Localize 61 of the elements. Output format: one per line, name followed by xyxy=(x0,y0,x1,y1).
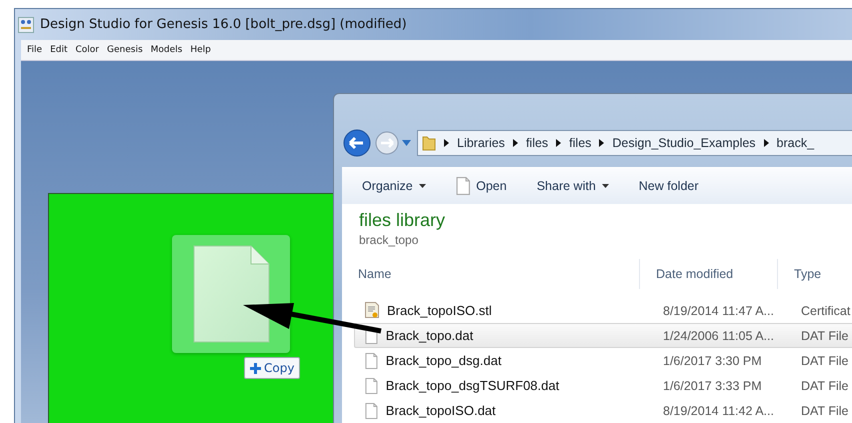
back-button-icon[interactable] xyxy=(342,128,372,158)
file-icon xyxy=(365,402,378,418)
file-row[interactable]: Brack_topoISO.dat 8/19/2014 11:42 A... DAT File xyxy=(354,398,852,423)
file-icon xyxy=(365,378,378,394)
file-name: Brack_topo_dsg.dat xyxy=(386,353,502,368)
file-icon xyxy=(365,352,378,368)
file-name: Brack_topoISO.stl xyxy=(387,303,492,318)
caret-icon xyxy=(602,184,609,188)
file-date: 1/6/2017 3:33 PM xyxy=(662,378,763,392)
column-header[interactable]: Type xyxy=(778,259,852,289)
breadcrumb-item[interactable]: files xyxy=(569,136,592,150)
file-date: 8/19/2014 11:42 A... xyxy=(662,404,775,418)
file-date: 8/19/2014 11:47 A... xyxy=(662,304,775,318)
chevron-icon xyxy=(556,139,562,147)
breadcrumb-item[interactable]: Libraries xyxy=(457,136,505,150)
toolbar-button[interactable]: Share with xyxy=(536,179,609,193)
caret-icon xyxy=(418,184,426,188)
app-logo-icon xyxy=(18,16,34,32)
menu-item[interactable]: Models xyxy=(146,45,186,55)
file-name: Brack_topoISO.dat xyxy=(386,403,496,418)
toolbar-button[interactable]: New folder xyxy=(638,179,699,193)
breadcrumb-item[interactable]: Design_Studio_Examples xyxy=(612,136,756,150)
plus-icon xyxy=(250,362,261,374)
file-icon xyxy=(456,177,470,195)
certificate-icon xyxy=(365,302,379,319)
folder-icon xyxy=(422,135,436,151)
file-icon xyxy=(192,245,270,343)
menu-item[interactable]: Edit xyxy=(46,45,72,55)
file-date: 1/24/2006 11:05 A... xyxy=(662,328,775,342)
file-type: DAT File xyxy=(800,404,850,418)
column-header[interactable]: Name xyxy=(342,259,640,289)
breadcrumb-item[interactable]: brack_ xyxy=(776,136,814,150)
file-date: 1/6/2017 3:30 PM xyxy=(662,354,763,368)
file-row[interactable]: Brack_topo.dat 1/24/2006 11:05 A... DAT File xyxy=(354,323,852,348)
menu-item[interactable]: Genesis xyxy=(103,45,147,55)
file-name: Brack_topo.dat xyxy=(386,328,474,343)
library-subtitle: brack_topo xyxy=(358,233,420,247)
breadcrumb-item[interactable]: files xyxy=(526,136,548,150)
chevron-icon xyxy=(599,139,604,147)
file-type: Certificat xyxy=(800,304,852,318)
column-header[interactable]: Date modified xyxy=(640,259,778,289)
menu-item[interactable]: Help xyxy=(186,45,215,55)
chevron-icon xyxy=(444,139,449,147)
window-title: Design Studio for Genesis 16.0 [bolt_pre.dsg] (modified) xyxy=(40,17,407,32)
file-type: DAT File xyxy=(800,354,850,368)
file-row[interactable]: Brack_topo_dsg.dat 1/6/2017 3:30 PM DAT File xyxy=(354,348,852,373)
file-row[interactable]: Brack_topoISO.stl 8/19/2014 11:47 A... Certificat xyxy=(354,298,852,323)
file-name: Brack_topo_dsgTSURF08.dat xyxy=(386,378,560,393)
toolbar-button[interactable]: Open xyxy=(456,177,507,195)
menu-item[interactable]: Color xyxy=(72,45,103,55)
menu-item[interactable]: File xyxy=(23,45,46,55)
address-bar[interactable]: Libraries files files Design_Studio_Examples brack_ xyxy=(417,130,852,156)
copy-label: Copy xyxy=(264,361,294,375)
dropdown-caret-icon[interactable] xyxy=(402,140,411,146)
library-title: files library xyxy=(358,210,446,231)
file-row[interactable]: Brack_topo_dsgTSURF08.dat 1/6/2017 3:33 PM DAT File xyxy=(354,373,852,398)
file-type: DAT File xyxy=(800,328,850,342)
toolbar-button[interactable]: Organize xyxy=(362,179,426,193)
file-type: DAT File xyxy=(800,378,850,392)
chevron-icon xyxy=(512,139,518,147)
chevron-icon xyxy=(764,139,769,147)
